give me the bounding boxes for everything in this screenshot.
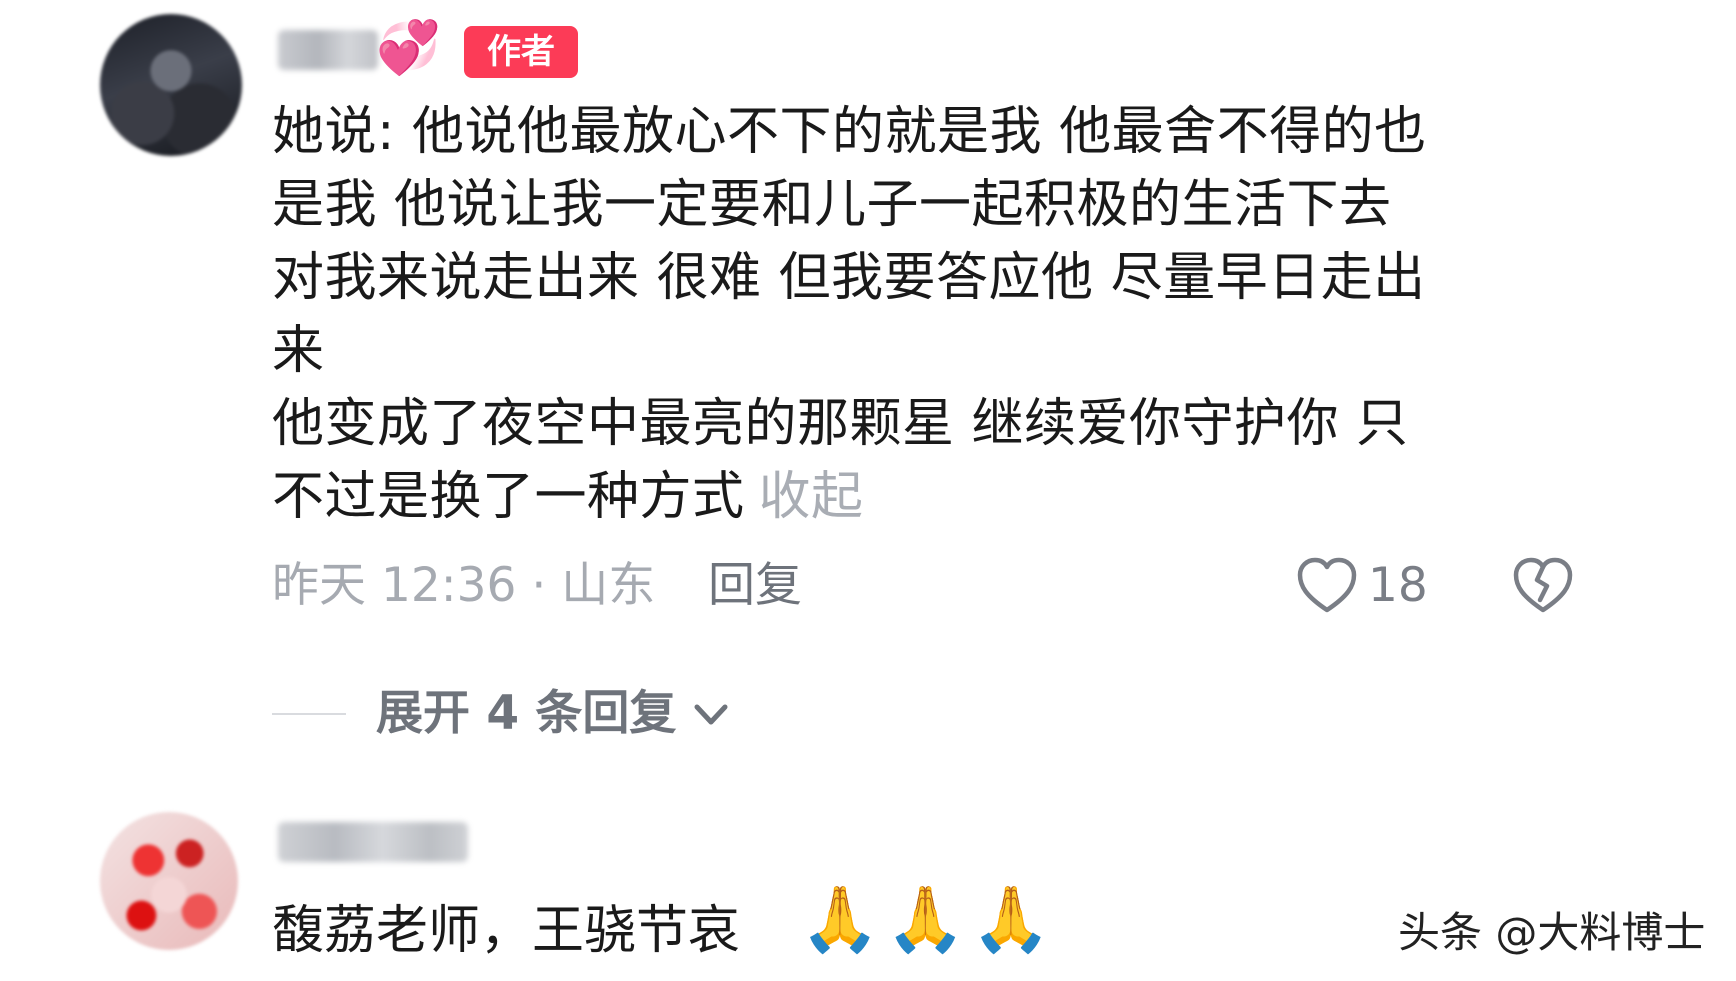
author-badge: 作者 [464, 26, 578, 78]
comment-line: 对我来说走出来 很难 但我要答应他 尽量早日走出 [272, 248, 1426, 308]
comment-meta: 昨天 12:36 · 山东 [272, 558, 656, 613]
comment-text: 馥荔老师，王骁节哀 [272, 901, 741, 961]
like-count: 18 [1368, 558, 1428, 613]
divider [272, 713, 346, 715]
broken-heart-icon[interactable] [1512, 556, 1574, 616]
comment-line: 来 [272, 321, 325, 381]
heart-outline-icon[interactable] [1296, 556, 1358, 616]
comment-line: 他变成了夜空中最亮的那颗星 继续爱你守护你 只 [272, 394, 1409, 454]
comment-line-last: 不过是换了一种方式 收起 [272, 461, 1572, 534]
chevron-down-icon[interactable] [692, 700, 730, 730]
expand-replies-button[interactable]: 展开 4 条回复 [376, 680, 676, 748]
watermark: 头条 @大料博士 [1398, 908, 1706, 957]
username-blurred[interactable] [278, 30, 378, 70]
username-blurred[interactable] [278, 822, 468, 862]
avatar[interactable] [100, 812, 238, 950]
comment-text: 她说: 他说他最放心不下的就是我 他最舍不得的也 是我 他说让我一定要和儿子一起… [272, 96, 1572, 534]
reply-button[interactable]: 回复 [708, 553, 802, 619]
comment-line-text: 不过是换了一种方式 [272, 467, 745, 527]
comment-line: 她说: 他说他最放心不下的就是我 他最舍不得的也 [272, 102, 1427, 162]
avatar[interactable] [100, 14, 242, 156]
heart-emoji: 💞 [376, 18, 441, 78]
pray-emoji: 🙏🙏🙏 [800, 883, 1058, 957]
collapse-link[interactable]: 收起 [759, 467, 864, 527]
comment-line: 是我 他说让我一定要和儿子一起积极的生活下去 [272, 175, 1392, 235]
